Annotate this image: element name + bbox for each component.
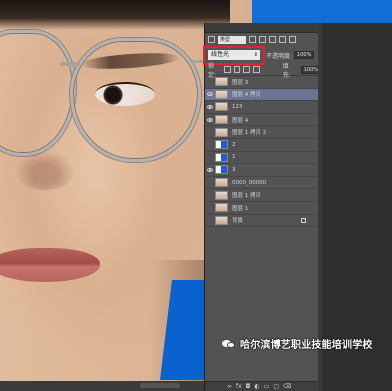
trash-icon[interactable]: ⌫ — [283, 383, 291, 390]
layer-row[interactable]: 123 — [205, 101, 318, 114]
hair-region — [0, 0, 230, 30]
layer-thumbnail[interactable] — [215, 165, 228, 175]
lock-all-icon[interactable] — [253, 66, 260, 73]
visibility-eye-icon[interactable] — [205, 215, 214, 226]
layer-name[interactable]: 2 — [232, 142, 236, 148]
layer-name[interactable]: 图层 1 — [232, 204, 248, 212]
layer-name[interactable]: 3 — [232, 167, 236, 173]
horizontal-scrollbar[interactable] — [140, 383, 180, 388]
lock-icon — [301, 217, 306, 223]
glasses-right-lens — [70, 38, 201, 162]
layer-thumbnail[interactable] — [215, 190, 228, 200]
visibility-eye-icon[interactable] — [205, 114, 214, 125]
layer-thumbnail[interactable] — [215, 77, 228, 87]
layer-row[interactable]: 背景 — [205, 215, 318, 228]
visibility-eye-icon[interactable] — [205, 202, 214, 213]
type-filter-icon[interactable] — [269, 36, 276, 43]
layer-thumbnail[interactable] — [215, 115, 228, 125]
visibility-eye-icon[interactable] — [205, 101, 214, 112]
glasses-bridge — [60, 62, 80, 66]
adjustment-icon[interactable]: ◐ — [254, 383, 259, 390]
layer-name[interactable]: 0000_00000 — [232, 180, 266, 186]
mask-icon[interactable]: ◘ — [246, 383, 251, 390]
visibility-eye-icon[interactable] — [205, 177, 214, 188]
layer-thumbnail[interactable] — [215, 178, 228, 188]
lock-transparent-icon[interactable] — [224, 66, 231, 73]
fx-icon[interactable]: fx — [236, 383, 242, 390]
wechat-logo-icon — [222, 339, 236, 349]
shape-filter-icon[interactable] — [279, 36, 286, 43]
layer-row[interactable]: 图层 1 拷贝 — [205, 189, 318, 202]
visibility-eye-icon[interactable] — [205, 89, 214, 100]
new-layer-icon[interactable]: ▢ — [273, 383, 279, 390]
layer-filter-row: 类型 — [205, 33, 321, 46]
layer-thumbnail[interactable] — [215, 203, 228, 213]
lips — [0, 248, 100, 282]
lock-brush-icon[interactable] — [233, 66, 241, 73]
layer-name[interactable]: 图层 3 — [232, 78, 248, 86]
layer-thumbnail[interactable] — [215, 152, 228, 162]
layer-thumbnail[interactable] — [215, 140, 228, 150]
layer-row[interactable]: 3 — [205, 164, 318, 177]
link-icon[interactable]: ∞ — [227, 383, 232, 390]
layer-thumbnail[interactable] — [215, 102, 228, 112]
opacity-input[interactable]: 100% — [294, 51, 315, 59]
visibility-eye-icon[interactable] — [205, 76, 214, 87]
watermark-text: 哈尔滨博艺职业技能培训学校 — [240, 340, 373, 351]
adjustment-filter-icon[interactable] — [259, 36, 266, 43]
glasses-left-lens — [0, 30, 76, 156]
layer-name[interactable]: 123 — [232, 104, 243, 110]
layer-name[interactable]: 图层 4 — [232, 116, 248, 124]
watermark: 哈尔滨博艺职业技能培训学校 — [222, 336, 373, 351]
layer-row[interactable]: 图层 1 — [205, 202, 318, 215]
layer-thumbnail[interactable] — [215, 127, 228, 137]
layers-list: 图层 3 图层 4 拷贝 123 图层 4 图层 1 拷贝 2 2 1 3 0000_00000… — [205, 76, 318, 228]
nose — [15, 150, 75, 190]
layer-name[interactable]: 1 — [232, 154, 236, 160]
layer-name[interactable]: 背景 — [232, 216, 243, 224]
panel-footer: ∞ fx ◘ ◐ ▭ ▢ ⌫ — [205, 381, 318, 391]
lock-row: 锁定: 填充: 100% — [205, 63, 322, 79]
layer-name[interactable]: 图层 4 拷贝 — [232, 90, 261, 98]
layer-row[interactable]: 2 — [205, 139, 318, 152]
lock-move-icon[interactable] — [243, 66, 251, 73]
visibility-eye-icon[interactable] — [205, 190, 214, 201]
layer-row[interactable]: 图层 4 拷贝 — [205, 88, 318, 102]
layer-thumbnail[interactable] — [215, 215, 228, 225]
layer-thumbnail[interactable] — [215, 89, 228, 99]
layer-row[interactable]: 图层 3 — [205, 76, 318, 89]
layer-row[interactable]: 图层 4 — [205, 114, 318, 127]
search-icon[interactable] — [208, 36, 215, 43]
visibility-eye-icon[interactable] — [205, 164, 214, 175]
layer-row[interactable]: 0000_00000 — [205, 177, 318, 190]
group-icon[interactable]: ▭ — [264, 383, 270, 390]
filter-kind-select[interactable]: 类型 — [218, 35, 246, 44]
visibility-eye-icon[interactable] — [205, 152, 214, 163]
opacity-label: 不透明度: — [266, 52, 293, 60]
smart-object-filter-icon[interactable] — [289, 36, 296, 43]
visibility-eye-icon[interactable] — [205, 127, 214, 138]
pixel-filter-icon[interactable] — [249, 36, 256, 43]
layer-name[interactable]: 图层 1 拷贝 — [232, 191, 261, 199]
panel-tab-bar[interactable] — [205, 23, 318, 33]
layer-name[interactable]: 图层 1 拷贝 2 — [232, 128, 266, 136]
layer-row[interactable]: 图层 1 拷贝 2 — [205, 126, 318, 139]
visibility-eye-icon[interactable] — [205, 139, 214, 150]
layer-row[interactable]: 1 — [205, 152, 318, 165]
